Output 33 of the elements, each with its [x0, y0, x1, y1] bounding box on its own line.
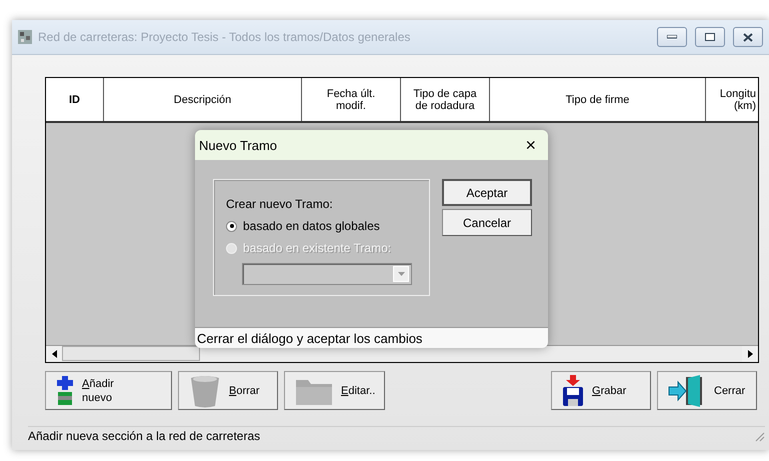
maximize-icon[interactable]: [705, 33, 715, 41]
status-text: Añadir nueva sección a la red de carreteras: [28, 428, 260, 442]
save-button[interactable]: Grabar: [551, 371, 651, 410]
dialog-button[interactable]: Aceptar: [442, 179, 532, 206]
column-header[interactable]: Tipo de firme: [490, 78, 706, 121]
scroll-thumb[interactable]: [62, 346, 200, 361]
close-button[interactable]: [733, 27, 763, 47]
dialog-title: Nuevo Tramo: [199, 138, 278, 152]
trash-bin-icon: [189, 374, 221, 408]
exit-button[interactable]: Cerrar: [657, 371, 757, 410]
dialog-button[interactable]: Cancelar: [442, 209, 532, 236]
close-icon[interactable]: [743, 32, 753, 42]
column-header[interactable]: Longitu (km): [706, 78, 758, 121]
scroll-right-icon[interactable]: [748, 350, 752, 358]
column-header[interactable]: Tipo de capa de rodadura: [401, 78, 490, 121]
dialog-close-button[interactable]: ×: [521, 136, 540, 154]
column-header[interactable]: Descripción: [104, 78, 302, 121]
column-header[interactable]: ID: [46, 78, 104, 121]
app-icon: [18, 30, 32, 44]
window-title: Red de carreteras: Proyecto Tesis - Todos los tramos/Datos generales: [38, 30, 412, 44]
maximize-button[interactable]: [695, 27, 725, 47]
group-label: Crear nuevo Tramo:: [226, 197, 334, 211]
dialog-status-text: Cerrar el diálogo y aceptar los cambios: [195, 327, 548, 348]
column-header[interactable]: Fecha últ. modif.: [302, 78, 401, 121]
radio-option[interactable]: basado en datos globales: [226, 219, 429, 233]
floppy-disk-icon: [562, 374, 584, 406]
plus-stack-icon: [56, 376, 74, 406]
horizontal-scrollbar[interactable]: [46, 345, 758, 362]
add-button[interactable]: Añadir nuevo: [45, 371, 172, 410]
minimize-button[interactable]: [657, 27, 687, 47]
scroll-left-icon[interactable]: [52, 350, 56, 358]
resize-grip-icon[interactable]: [753, 430, 765, 442]
minimize-icon[interactable]: [667, 35, 677, 39]
